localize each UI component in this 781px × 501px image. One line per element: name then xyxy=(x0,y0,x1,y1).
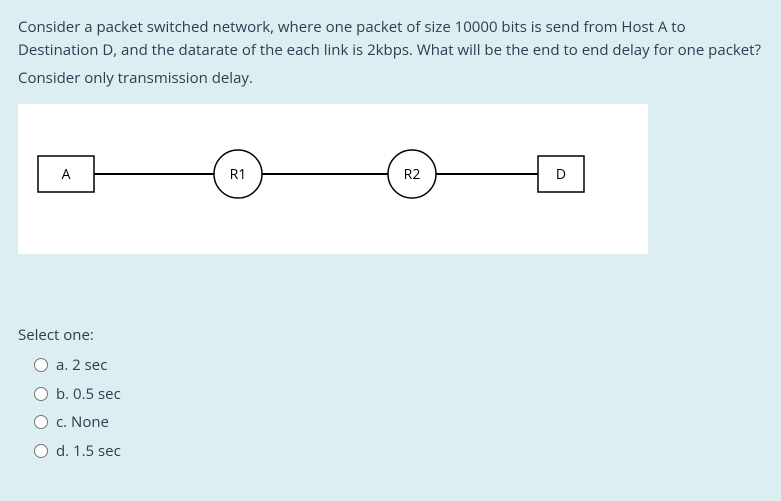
option-b-radio[interactable] xyxy=(34,387,48,401)
option-b-row[interactable]: b. 0.5 sec xyxy=(34,383,763,406)
select-one-label: Select one: xyxy=(18,324,763,347)
option-a-row[interactable]: a. 2 sec xyxy=(34,354,763,377)
option-d-label[interactable]: d. 1.5 sec xyxy=(56,440,121,463)
router-r1-label: R1 xyxy=(230,165,247,184)
question-text: Consider a packet switched network, wher… xyxy=(18,16,763,90)
option-b-label[interactable]: b. 0.5 sec xyxy=(56,383,121,406)
answer-options: Select one: a. 2 sec b. 0.5 sec c. None … xyxy=(18,324,763,463)
host-d-label: D xyxy=(556,165,566,184)
question-paragraph-2: Consider only transmission delay. xyxy=(18,67,763,90)
option-d-radio[interactable] xyxy=(34,444,48,458)
option-a-label[interactable]: a. 2 sec xyxy=(56,354,107,377)
option-c-label[interactable]: c. None xyxy=(56,411,109,434)
option-d-row[interactable]: d. 1.5 sec xyxy=(34,440,763,463)
router-r2-label: R2 xyxy=(404,165,421,184)
option-a-radio[interactable] xyxy=(34,358,48,372)
network-diagram: A R1 R2 D xyxy=(18,104,648,254)
diagram-svg: A R1 R2 D xyxy=(18,104,648,254)
option-c-row[interactable]: c. None xyxy=(34,411,763,434)
host-a-label: A xyxy=(62,165,71,184)
question-paragraph-1: Consider a packet switched network, wher… xyxy=(18,16,763,61)
option-c-radio[interactable] xyxy=(34,415,48,429)
